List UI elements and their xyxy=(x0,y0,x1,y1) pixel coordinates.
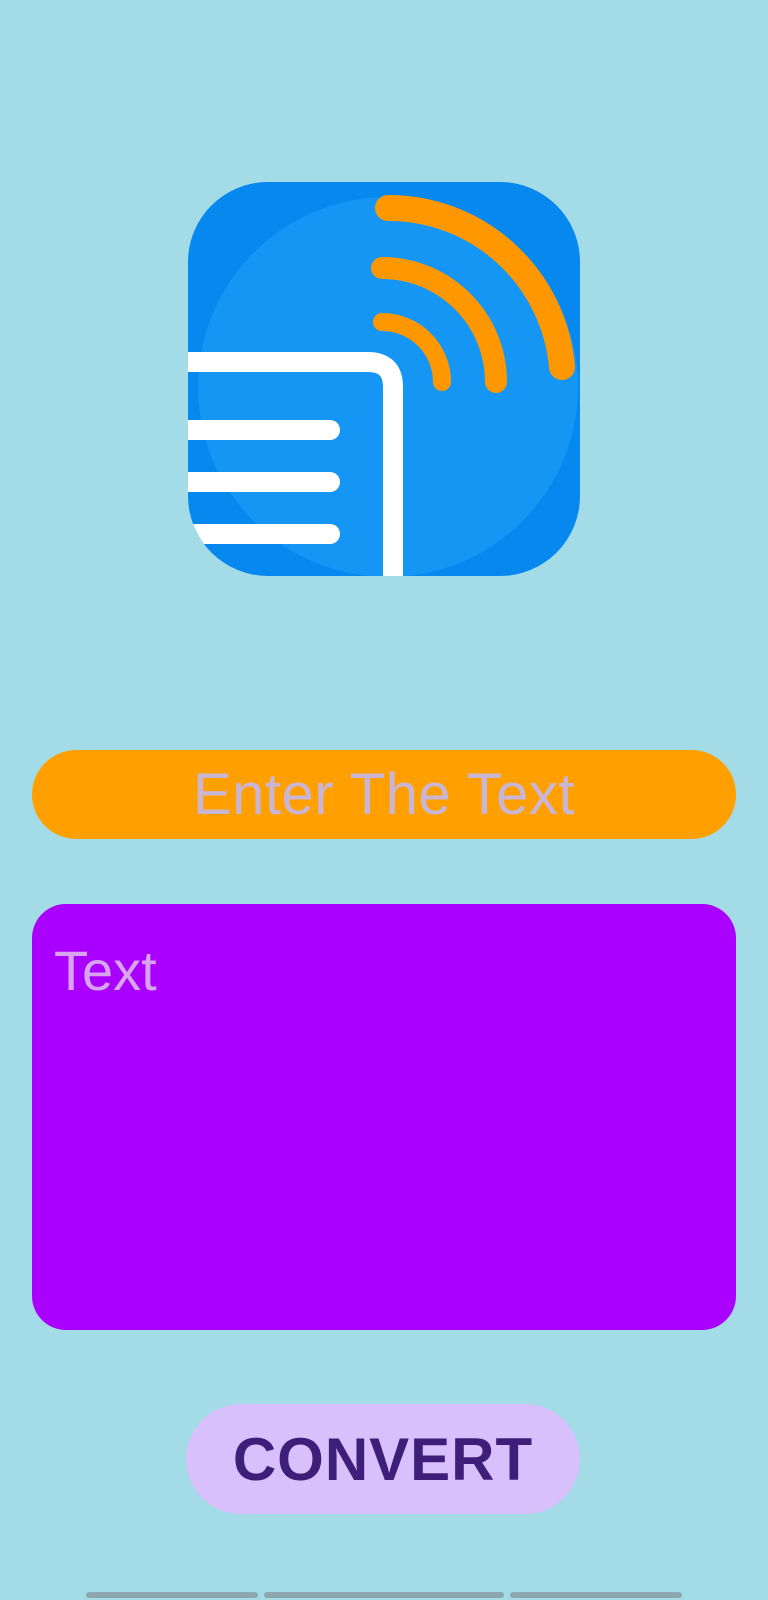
convert-button-label: CONVERT xyxy=(232,1425,534,1493)
text-input[interactable]: Text xyxy=(32,904,736,1330)
text-to-speech-icon xyxy=(188,182,580,576)
screen: Enter The Text Text CONVERT xyxy=(0,0,768,1600)
enter-text-label-text: Enter The Text xyxy=(192,762,576,827)
convert-button[interactable]: CONVERT xyxy=(186,1404,580,1514)
text-input-placeholder: Text xyxy=(54,939,157,1002)
nav-bar-segment xyxy=(264,1592,504,1598)
nav-bar-segment xyxy=(86,1592,258,1598)
nav-bar-segment xyxy=(510,1592,682,1598)
enter-text-label: Enter The Text xyxy=(32,750,736,839)
